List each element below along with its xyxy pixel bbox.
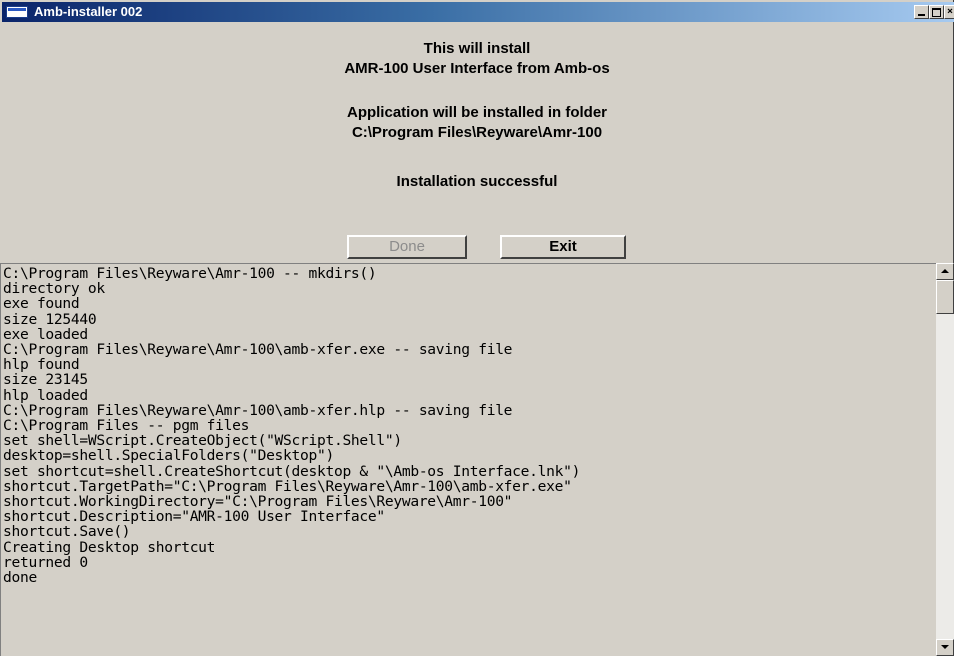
log-line: shortcut.Description="AMR-100 User Inter… — [3, 508, 385, 526]
minimize-icon — [918, 14, 925, 16]
log-line: hlp found — [3, 356, 80, 374]
arrow-up-icon — [941, 269, 949, 273]
title-bar[interactable]: Amb-installer 002 × — [2, 2, 954, 22]
log-output: C:\Program Files\Reyware\Amr-100 -- mkdi… — [3, 266, 927, 651]
log-line: C:\Program Files -- pgm files — [3, 417, 250, 435]
window-icon — [6, 6, 28, 18]
log-line: hlp loaded — [3, 386, 88, 404]
install-folder-label: Application will be installed in folder — [346, 104, 608, 121]
install-message-line-1: This will install — [423, 40, 531, 57]
maximize-icon — [932, 8, 941, 17]
log-line: exe found — [3, 295, 80, 313]
minimize-button[interactable] — [914, 5, 929, 19]
log-line: directory ok — [3, 280, 105, 298]
log-line: exe loaded — [3, 325, 88, 343]
exit-button[interactable]: Exit — [500, 235, 626, 259]
scroll-down-button[interactable] — [936, 639, 954, 656]
arrow-down-icon — [941, 645, 949, 649]
window-title: Amb-installer 002 — [34, 4, 143, 19]
log-line: shortcut.WorkingDirectory="C:\Program Fi… — [3, 493, 513, 511]
log-line: done — [3, 569, 37, 587]
install-message-line-2: AMR-100 User Interface from Amb-os — [344, 60, 610, 77]
log-line: C:\Program Files\Reyware\Amr-100\amb-xfe… — [3, 341, 513, 359]
maximize-button[interactable] — [929, 5, 944, 19]
log-line: size 23145 — [3, 371, 88, 389]
scroll-up-button[interactable] — [936, 263, 954, 280]
log-textarea[interactable]: C:\Program Files\Reyware\Amr-100 -- mkdi… — [0, 263, 954, 656]
log-line: desktop=shell.SpecialFolders("Desktop") — [3, 447, 334, 465]
close-button[interactable]: × — [944, 5, 954, 19]
done-button[interactable]: Done — [347, 235, 467, 259]
install-status: Installation successful — [396, 173, 558, 190]
log-line: C:\Program Files\Reyware\Amr-100 -- mkdi… — [3, 266, 377, 282]
log-line: set shell=WScript.CreateObject("WScript.… — [3, 432, 402, 450]
log-line: size 125440 — [3, 310, 97, 328]
log-line: Creating Desktop shortcut — [3, 538, 216, 556]
log-line: returned 0 — [3, 553, 88, 571]
close-icon: × — [946, 6, 954, 17]
installer-window: Amb-installer 002 × This will install AM… — [0, 0, 954, 656]
log-line: set shortcut=shell.CreateShortcut(deskto… — [3, 462, 581, 480]
scroll-thumb[interactable] — [936, 280, 954, 314]
vertical-scrollbar[interactable] — [936, 263, 954, 656]
log-line: shortcut.Save() — [3, 523, 131, 541]
install-folder-path: C:\Program Files\Reyware\Amr-100 — [351, 124, 603, 141]
log-line: C:\Program Files\Reyware\Amr-100\amb-xfe… — [3, 401, 513, 419]
log-line: shortcut.TargetPath="C:\Program Files\Re… — [3, 477, 572, 495]
